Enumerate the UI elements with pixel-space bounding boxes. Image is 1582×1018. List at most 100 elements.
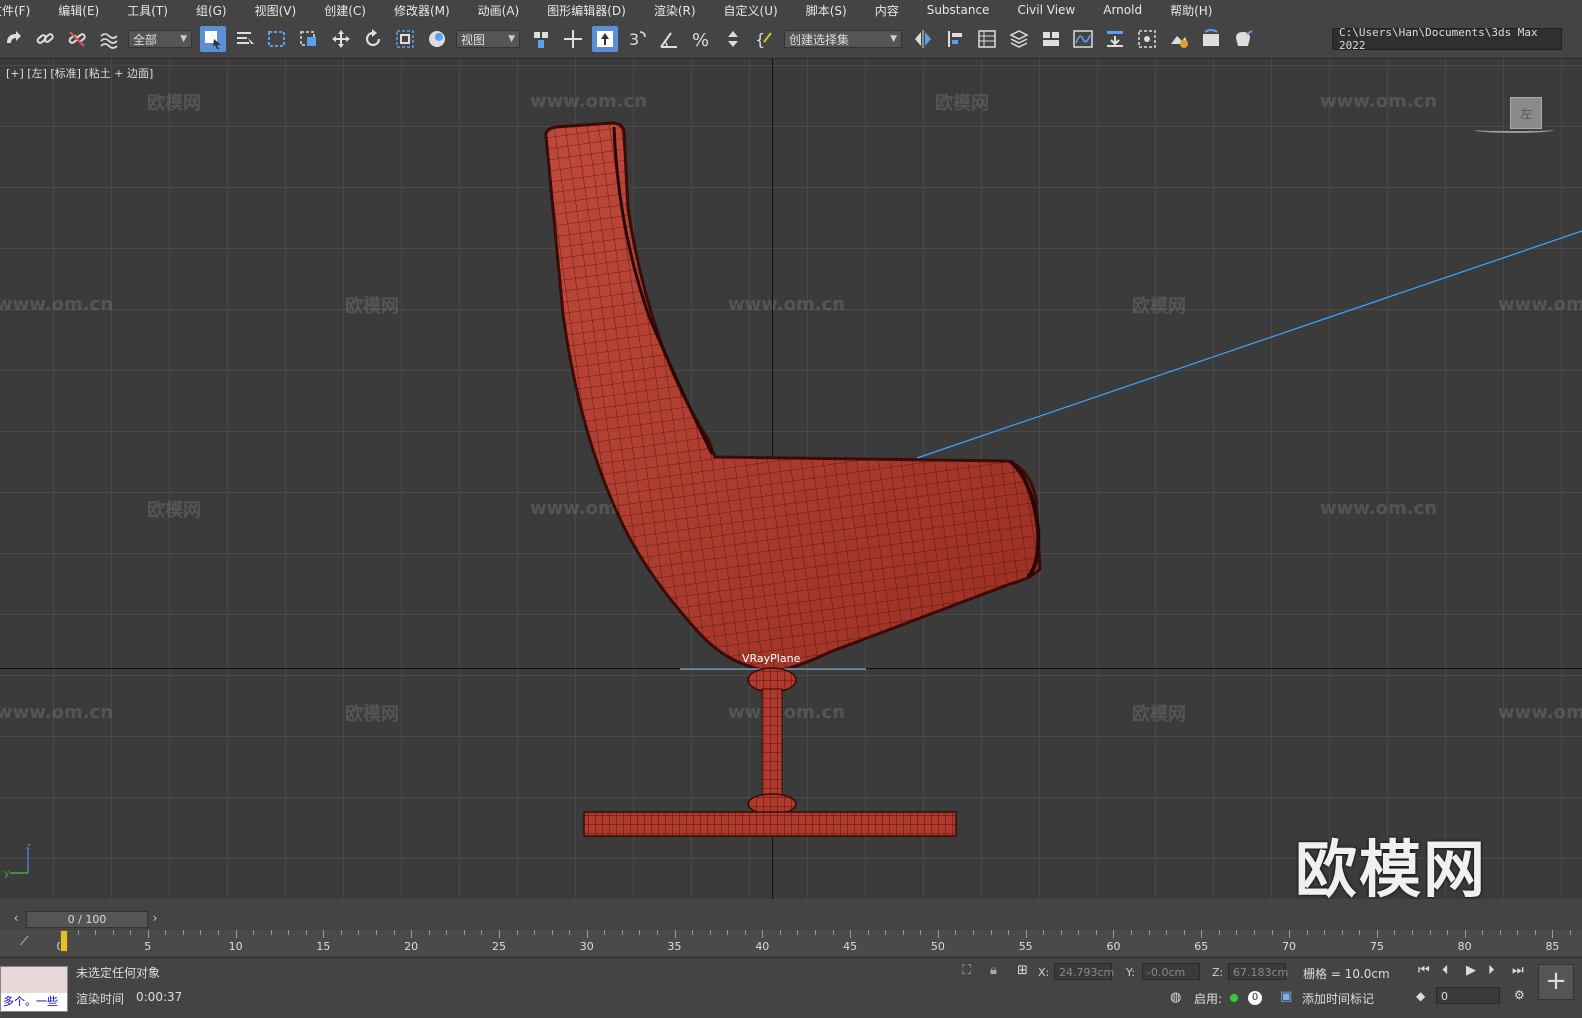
- curve-editor-icon[interactable]: [1070, 26, 1096, 52]
- bind-spacewarp-icon[interactable]: [96, 26, 122, 52]
- ruler-tick-label: 70: [1282, 940, 1297, 953]
- link-icon[interactable]: [32, 26, 58, 52]
- x-coord-field[interactable]: 24.793cm: [1054, 963, 1114, 980]
- z-coord-field[interactable]: 67.183cm: [1228, 963, 1288, 980]
- select-by-name-icon[interactable]: [232, 26, 258, 52]
- ruler-tick: [1043, 930, 1045, 935]
- key-mode-icon[interactable]: ◆: [1416, 989, 1425, 1003]
- prev-frame-arrow-icon[interactable]: ‹: [10, 911, 22, 926]
- create-plus-icon[interactable]: +: [1538, 964, 1574, 1000]
- named-selection-dropdown[interactable]: 创建选择集 ▼: [784, 30, 902, 48]
- ruler-tick: [674, 930, 676, 938]
- redo-icon[interactable]: [0, 26, 26, 52]
- maxscript-input[interactable]: 多个。一些: [1, 993, 67, 1011]
- ruler-tick: [1113, 930, 1115, 938]
- select-object-icon[interactable]: [200, 26, 226, 52]
- viewcube-compass[interactable]: [1474, 127, 1554, 133]
- menu-item[interactable]: Arnold: [1103, 3, 1142, 17]
- project-path-field[interactable]: C:\Users\Han\Documents\3ds Max 2022: [1332, 26, 1562, 52]
- percent-snap-icon[interactable]: %: [688, 26, 714, 52]
- toggle-ribbon-icon[interactable]: [1038, 26, 1064, 52]
- goto-start-icon[interactable]: ⏮: [1418, 963, 1430, 978]
- menu-item[interactable]: Civil View: [1017, 3, 1075, 17]
- keyboard-shortcut-override-icon[interactable]: [592, 26, 618, 52]
- selection-filter-dropdown[interactable]: 全部 ▼: [128, 30, 192, 48]
- place-icon[interactable]: [424, 26, 450, 52]
- schematic-view-icon[interactable]: [1102, 26, 1128, 52]
- ruler-tick: [1359, 930, 1361, 935]
- rect-selection-region-icon[interactable]: [264, 26, 290, 52]
- viewport-left[interactable]: [+] [左] [标准] [粘土 + 边面] 欧模网 www.om.cn 欧模网…: [0, 59, 1582, 899]
- material-editor-icon[interactable]: [1134, 26, 1160, 52]
- angle-snap-icon[interactable]: [656, 26, 682, 52]
- ruler-tick: [797, 930, 799, 935]
- ruler-tick-label: 55: [1018, 940, 1033, 953]
- menu-item[interactable]: 渲染(R): [654, 2, 696, 19]
- ruler-tick-label: 25: [491, 940, 506, 953]
- current-frame-marker[interactable]: [60, 930, 68, 952]
- goto-end-icon[interactable]: ⏭: [1512, 963, 1524, 978]
- menu-item[interactable]: 内容: [875, 2, 899, 19]
- ruler-tick: [516, 930, 518, 935]
- render-setup-icon[interactable]: [1166, 26, 1192, 52]
- prev-frame-icon[interactable]: ⏴: [1442, 963, 1449, 978]
- menu-item[interactable]: 帮助(H): [1170, 2, 1212, 19]
- menu-item[interactable]: 脚本(S): [806, 2, 847, 19]
- render-frame-window-icon[interactable]: [1198, 26, 1224, 52]
- layer-explorer-icon[interactable]: [1006, 26, 1032, 52]
- scene-explorer-icon[interactable]: [974, 26, 1000, 52]
- viewcube[interactable]: 左: [1510, 97, 1542, 129]
- curve-editor-mini-icon[interactable]: ⟋: [20, 934, 28, 949]
- render-production-icon[interactable]: [1230, 26, 1256, 52]
- mirror-icon[interactable]: [910, 26, 936, 52]
- window-crossing-icon[interactable]: [296, 26, 322, 52]
- menu-item[interactable]: 组(G): [196, 2, 227, 19]
- vrayplane-label: VRayPlane: [742, 652, 801, 665]
- time-slider-thumb[interactable]: 0 / 100: [26, 911, 148, 928]
- play-icon[interactable]: ▶: [1466, 963, 1476, 978]
- chair-model[interactable]: [0, 59, 1582, 899]
- ruler-tick: [1166, 930, 1168, 935]
- scale-icon[interactable]: [392, 26, 418, 52]
- spinner-snap-icon[interactable]: [720, 26, 746, 52]
- isolate-selection-icon[interactable]: ⛶: [962, 963, 971, 978]
- add-time-tag[interactable]: 添加时间标记: [1302, 990, 1374, 1007]
- select-manipulate-icon[interactable]: [560, 26, 586, 52]
- adaptive-degradation-icon[interactable]: ◍: [1170, 990, 1181, 1005]
- reference-coord-dropdown[interactable]: 视图 ▼: [456, 30, 520, 48]
- align-icon[interactable]: [942, 26, 968, 52]
- menu-item[interactable]: 修改器(M): [394, 2, 450, 19]
- snaps-toggle-icon[interactable]: 3: [624, 26, 650, 52]
- edit-named-selection-icon[interactable]: {: [752, 26, 778, 52]
- maxscript-listener[interactable]: 多个。一些: [0, 966, 68, 1012]
- menu-item[interactable]: 文件(F): [0, 2, 30, 19]
- frame-ruler[interactable]: 0510152025303540455055606570758085: [57, 930, 1571, 956]
- next-frame-icon[interactable]: ⏵: [1488, 963, 1495, 978]
- menu-item[interactable]: 编辑(E): [58, 2, 99, 19]
- next-frame-arrow-icon[interactable]: ›: [149, 911, 161, 926]
- rotate-icon[interactable]: [360, 26, 386, 52]
- menu-item[interactable]: 视图(V): [255, 2, 297, 19]
- time-config-icon[interactable]: ⚙: [1514, 988, 1525, 1002]
- absolute-mode-icon[interactable]: ⊞: [1017, 963, 1028, 978]
- track-bar[interactable]: ⟋ 0510152025303540455055606570758085: [0, 930, 1582, 956]
- ruler-tick: [1060, 930, 1062, 935]
- ruler-tick: [850, 930, 852, 938]
- time-slider[interactable]: ‹ 0 / 100 ›: [0, 909, 1582, 929]
- selection-lock-icon[interactable]: 🔒︎: [990, 963, 997, 978]
- move-icon[interactable]: [328, 26, 354, 52]
- pivot-center-icon[interactable]: [528, 26, 554, 52]
- menu-item[interactable]: 动画(A): [478, 2, 520, 19]
- menu-item[interactable]: 图形编辑器(D): [547, 2, 626, 19]
- ruler-tick: [1534, 930, 1536, 935]
- current-frame-field[interactable]: 0: [1436, 987, 1500, 1004]
- menu-item[interactable]: 自定义(U): [724, 2, 778, 19]
- unlink-icon[interactable]: [64, 26, 90, 52]
- ruler-tick-label: 75: [1369, 940, 1384, 953]
- menu-item[interactable]: Substance: [927, 3, 990, 17]
- time-tag-icon[interactable]: ▣: [1280, 989, 1292, 1004]
- ruler-tick: [937, 930, 939, 938]
- y-coord-field[interactable]: -0.0cm: [1142, 963, 1200, 980]
- menu-item[interactable]: 工具(T): [127, 2, 168, 19]
- menu-item[interactable]: 创建(C): [324, 2, 366, 19]
